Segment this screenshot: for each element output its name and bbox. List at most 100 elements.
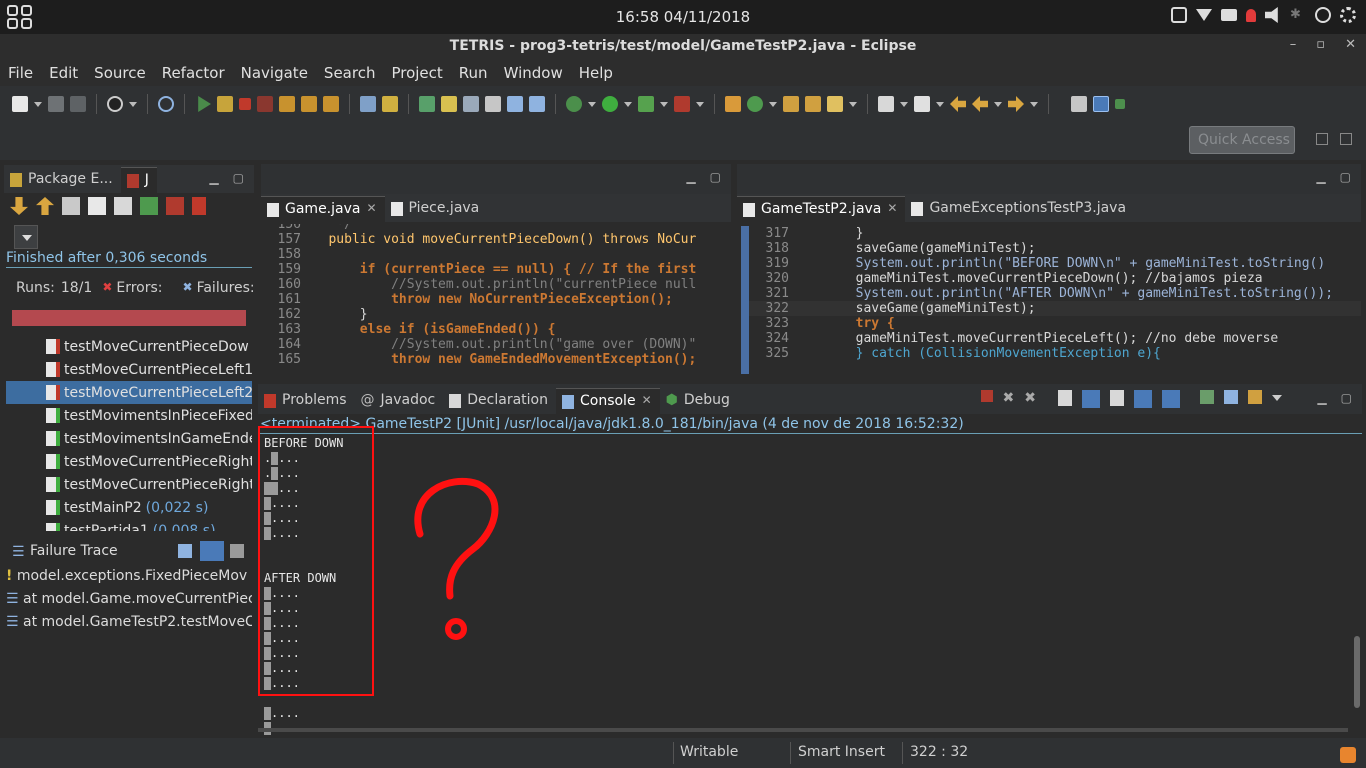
test-item[interactable]: testPartida1 (0,008 s)	[6, 519, 252, 531]
wifi-icon[interactable]	[1196, 9, 1212, 21]
use-step-filters-icon[interactable]	[382, 96, 398, 112]
rss-icon[interactable]	[1340, 747, 1356, 763]
tab-javadoc[interactable]: @ Javadoc	[355, 388, 444, 414]
menu-navigate[interactable]: Navigate	[241, 60, 316, 86]
forward-icon[interactable]	[1008, 96, 1024, 112]
scroll-lock-icon[interactable]	[1082, 390, 1100, 408]
close-icon[interactable]: ✕	[1345, 37, 1356, 52]
trace-item[interactable]: ☰ at model.GameTestP2.testMoveC	[6, 614, 252, 636]
maximize-icon[interactable]: ▢	[710, 170, 721, 184]
previous-failure-icon[interactable]	[36, 197, 54, 215]
save-all-icon[interactable]	[70, 96, 86, 112]
maximize-icon[interactable]: ▢	[1341, 391, 1352, 405]
test-item[interactable]: testMoveCurrentPieceRight	[6, 450, 252, 473]
compare-icon[interactable]	[200, 541, 224, 561]
system-clock[interactable]: 16:58 04/11/2018	[0, 8, 1366, 26]
menu-window[interactable]: Window	[504, 60, 571, 86]
open-task-icon[interactable]	[485, 96, 501, 112]
tab-piece-java[interactable]: Piece.java	[385, 196, 488, 222]
minimize-icon[interactable]: ▁	[1316, 170, 1325, 184]
tab-declaration[interactable]: Declaration	[443, 388, 556, 414]
terminate-icon[interactable]	[980, 390, 993, 402]
debug-icon[interactable]	[566, 96, 582, 112]
network-icon[interactable]	[1171, 7, 1187, 23]
minimize-icon[interactable]: ▁	[1317, 391, 1326, 405]
menu-search[interactable]: Search	[324, 60, 384, 86]
filter-trace-icon[interactable]	[178, 544, 192, 558]
code-editor[interactable]: 317 } 318 saveGame(gameMiniTest); 319 Sy…	[741, 226, 1361, 374]
coverage-icon[interactable]	[638, 96, 654, 112]
test-item[interactable]: testMoveCurrentPieceDow	[6, 335, 252, 358]
step-into-icon[interactable]	[279, 96, 295, 112]
show-on-error-icon[interactable]	[1162, 390, 1180, 408]
perspective-icon[interactable]	[1316, 133, 1328, 145]
chevron-down-icon[interactable]	[696, 101, 704, 107]
menu-file[interactable]: File	[8, 60, 41, 86]
power-icon[interactable]	[1315, 7, 1331, 23]
pen-icon[interactable]	[827, 96, 843, 112]
new-package-icon[interactable]	[419, 96, 435, 112]
clear-console-icon[interactable]	[1058, 390, 1072, 406]
chevron-down-icon[interactable]	[849, 101, 857, 107]
tab-console[interactable]: Console ✕	[555, 388, 660, 414]
chevron-down-icon[interactable]	[936, 101, 944, 107]
test-item[interactable]: testMoveCurrentPieceRight	[6, 473, 252, 496]
debug-perspective-icon[interactable]	[1115, 99, 1125, 109]
chevron-down-icon[interactable]	[1030, 101, 1038, 107]
rerun-failed-icon[interactable]	[166, 197, 184, 215]
test-item[interactable]: testMovimentsInGameEnde	[6, 427, 252, 450]
stop-icon[interactable]	[192, 197, 206, 215]
tab-junit[interactable]: J	[120, 167, 157, 193]
open-file-icon[interactable]	[805, 96, 821, 112]
search-icon[interactable]	[529, 96, 545, 112]
open-perspective-icon[interactable]	[1071, 96, 1087, 112]
skip-breakpoints-icon[interactable]	[158, 96, 174, 112]
resume-icon[interactable]	[198, 96, 211, 112]
step-return-icon[interactable]	[323, 96, 339, 112]
horizontal-scrollbar[interactable]	[258, 728, 1348, 732]
open-folder-icon[interactable]	[783, 96, 799, 112]
drop-to-frame-icon[interactable]	[360, 96, 376, 112]
chevron-down-icon[interactable]	[769, 101, 777, 107]
new-class-icon[interactable]	[441, 96, 457, 112]
gear-icon[interactable]	[1340, 7, 1356, 23]
vertical-scrollbar[interactable]	[1354, 636, 1360, 708]
view-menu-button[interactable]	[14, 225, 38, 249]
step-over-icon[interactable]	[301, 96, 317, 112]
maximize-icon[interactable]: ▢	[233, 171, 244, 185]
java-perspective-icon[interactable]	[1093, 96, 1109, 112]
save-icon[interactable]	[48, 96, 64, 112]
test-item[interactable]: testMainP2 (0,022 s)	[6, 496, 252, 519]
tab-debug[interactable]: ⬢ Debug	[660, 388, 738, 414]
suspend-icon[interactable]	[217, 96, 233, 112]
tab-game-java[interactable]: Game.java ✕	[261, 196, 385, 222]
next-failure-icon[interactable]	[10, 197, 28, 215]
minimize-icon[interactable]: ▁	[686, 170, 695, 184]
display-console-icon[interactable]	[1224, 390, 1238, 404]
test-item[interactable]: testMoveCurrentPieceLeft2	[6, 381, 252, 404]
open-console-icon[interactable]	[1248, 390, 1262, 404]
tab-package-explorer[interactable]: Package E...	[4, 167, 121, 193]
external-tools-icon[interactable]	[674, 96, 690, 112]
settings-icon[interactable]	[107, 96, 123, 112]
test-item[interactable]: testMoveCurrentPieceLeft1	[6, 358, 252, 381]
chevron-down-icon[interactable]	[900, 101, 908, 107]
chevron-down-icon[interactable]	[624, 101, 632, 107]
perspective-icon[interactable]	[1340, 133, 1352, 145]
volume-icon[interactable]	[1265, 7, 1278, 23]
trace-item[interactable]: ! model.exceptions.FixedPieceMov	[6, 568, 252, 590]
refresh-icon[interactable]	[747, 96, 763, 112]
last-edit-icon[interactable]	[950, 96, 966, 112]
remove-launch-icon[interactable]: ✖	[1003, 390, 1015, 408]
back-icon[interactable]	[972, 96, 988, 112]
menu-project[interactable]: Project	[391, 60, 450, 86]
chevron-down-icon[interactable]	[588, 101, 596, 107]
chevron-down-icon[interactable]	[994, 101, 1002, 107]
terminate-icon[interactable]	[239, 98, 251, 110]
tab-problems[interactable]: Problems	[258, 388, 355, 414]
disconnect-icon[interactable]	[257, 96, 273, 112]
chevron-down-icon[interactable]	[129, 101, 137, 107]
show-on-output-icon[interactable]	[1134, 390, 1152, 408]
quick-access-input[interactable]: Quick Access	[1189, 126, 1295, 154]
run-icon[interactable]	[602, 96, 618, 112]
